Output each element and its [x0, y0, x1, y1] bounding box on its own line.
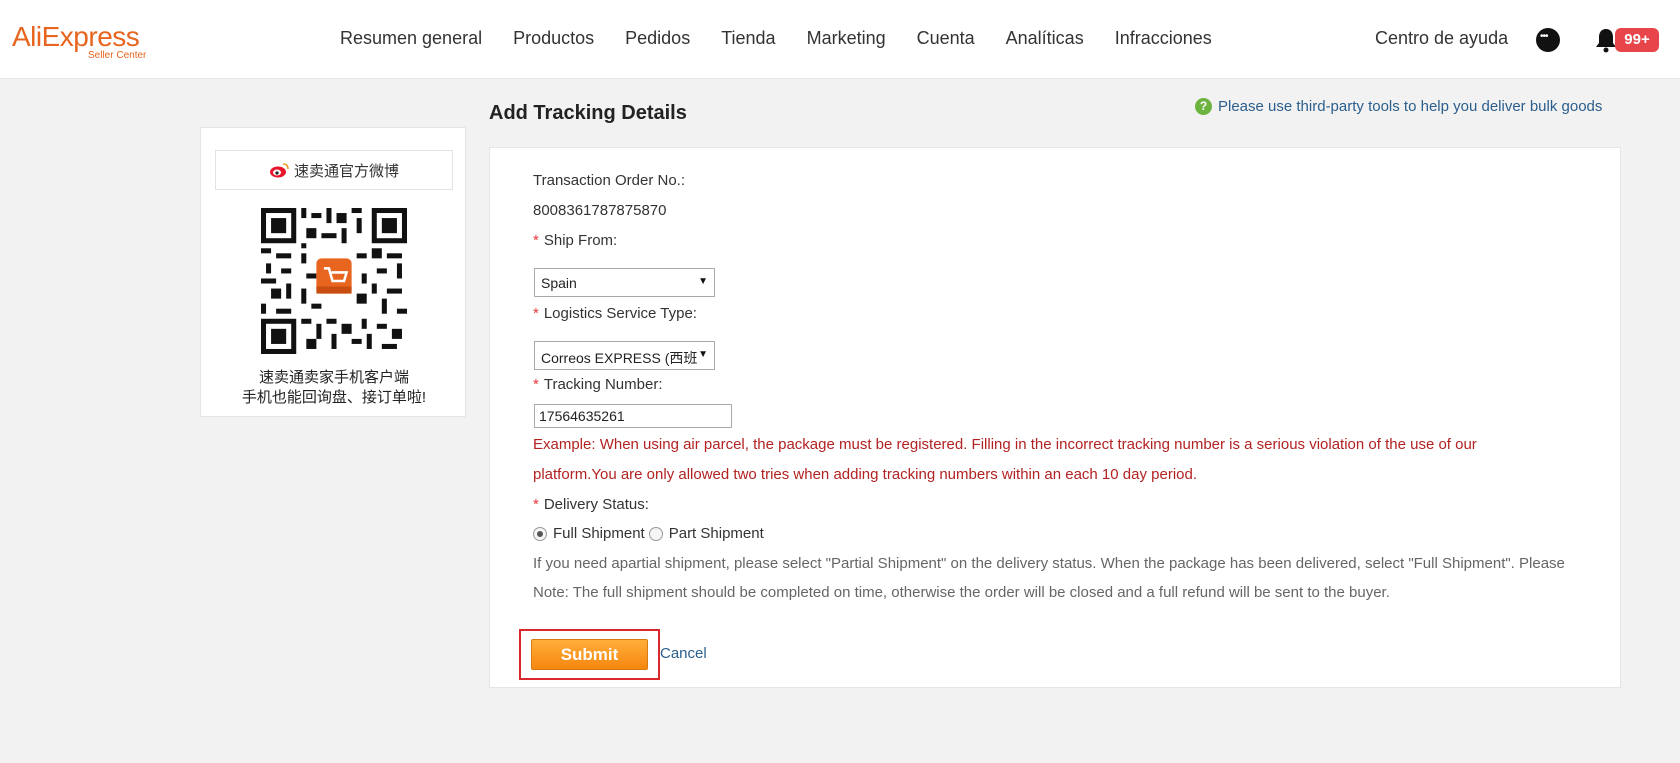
weibo-label: 速卖通官方微博 [293, 162, 399, 180]
logo-text: AliExpress [12, 21, 140, 52]
weibo-link[interactable]: 速卖通官方微博 [215, 150, 453, 190]
ship-from-label: * Ship From: [533, 232, 617, 249]
question-icon: ? [1195, 98, 1212, 115]
nav-item-pedidos[interactable]: Pedidos [625, 28, 690, 49]
nav-item-marketing[interactable]: Marketing [807, 28, 886, 49]
logistics-type-label-text: Logistics Service Type: [543, 305, 697, 322]
nav-item-analiticas[interactable]: Analíticas [1006, 28, 1084, 49]
page-title: Add Tracking Details [489, 102, 687, 124]
weibo-icon [269, 163, 289, 178]
order-number-label: Transaction Order No.: [533, 172, 685, 189]
tracking-number-label: * Tracking Number: [533, 376, 663, 393]
nav-item-infracciones[interactable]: Infracciones [1115, 28, 1212, 49]
tracking-number-label-text: Tracking Number: [543, 376, 663, 393]
submit-button[interactable]: Submit [531, 639, 648, 670]
required-mark: * [533, 496, 539, 513]
delivery-status-label-text: Delivery Status: [543, 496, 649, 513]
main-nav: Resumen general Productos Pedidos Tienda… [340, 28, 1243, 49]
ship-from-select[interactable]: Spain ▼ [534, 268, 715, 297]
required-mark: * [533, 376, 539, 393]
dropdown-arrow-icon: ▼ [698, 276, 708, 287]
tracking-form: Transaction Order No.: 8008361787875870 … [489, 147, 1621, 688]
nav-item-cuenta[interactable]: Cuenta [917, 28, 975, 49]
tracking-number-input[interactable]: 17564635261 [534, 404, 732, 428]
dropdown-arrow-icon: ▼ [698, 349, 708, 360]
tracking-warning-line2: platform.You are only allowed two tries … [533, 466, 1197, 483]
chat-bubble-icon[interactable] [1536, 28, 1560, 52]
full-shipment-radio[interactable] [533, 526, 547, 541]
bulk-delivery-tip-link[interactable]: ? Please use third-party tools to help y… [1195, 98, 1602, 115]
notification-badge[interactable]: 99+ [1615, 28, 1659, 52]
delivery-status-options: Full Shipment Part Shipment [533, 525, 768, 542]
cancel-link[interactable]: Cancel [660, 645, 707, 662]
qr-promo-card: 速卖通官方微博 速卖通卖家手机客户端 手机也能回询盘、接订单啦! [200, 127, 466, 417]
qr-code-image [261, 208, 407, 354]
logistics-type-select[interactable]: Correos EXPRESS (西班 ▼ [534, 341, 715, 370]
logistics-type-label: * Logistics Service Type: [533, 305, 697, 322]
nav-item-productos[interactable]: Productos [513, 28, 594, 49]
order-number-value: 8008361787875870 [533, 202, 667, 219]
part-shipment-label[interactable]: Part Shipment [669, 525, 764, 542]
qr-caption-line1: 速卖通卖家手机客户端 [258, 369, 409, 386]
qr-caption-line2: 手机也能回询盘、接订单啦! [241, 389, 427, 406]
delivery-status-label: * Delivery Status: [533, 496, 649, 513]
logistics-type-value: Correos EXPRESS (西班 [541, 350, 698, 366]
aliexpress-logo[interactable]: AliExpress Seller Center [12, 22, 162, 62]
logo-subtitle: Seller Center [88, 50, 147, 61]
nav-item-resumen[interactable]: Resumen general [340, 28, 482, 49]
delivery-note-line1: If you need apartial shipment, please se… [533, 555, 1565, 572]
nav-item-tienda[interactable]: Tienda [721, 28, 775, 49]
tracking-warning-line1: Example: When using air parcel, the pack… [533, 436, 1477, 453]
delivery-note-line2: Note: The full shipment should be comple… [533, 584, 1390, 601]
required-mark: * [533, 305, 539, 322]
help-center-link[interactable]: Centro de ayuda [1375, 28, 1508, 49]
tip-text: Please use third-party tools to help you… [1218, 98, 1603, 115]
part-shipment-radio[interactable] [648, 526, 663, 541]
full-shipment-label[interactable]: Full Shipment [553, 525, 645, 542]
ship-from-label-text: Ship From: [543, 232, 618, 249]
ship-from-value: Spain [541, 275, 577, 291]
top-header: AliExpress Seller Center Resumen general… [0, 0, 1680, 79]
required-mark: * [533, 232, 539, 249]
